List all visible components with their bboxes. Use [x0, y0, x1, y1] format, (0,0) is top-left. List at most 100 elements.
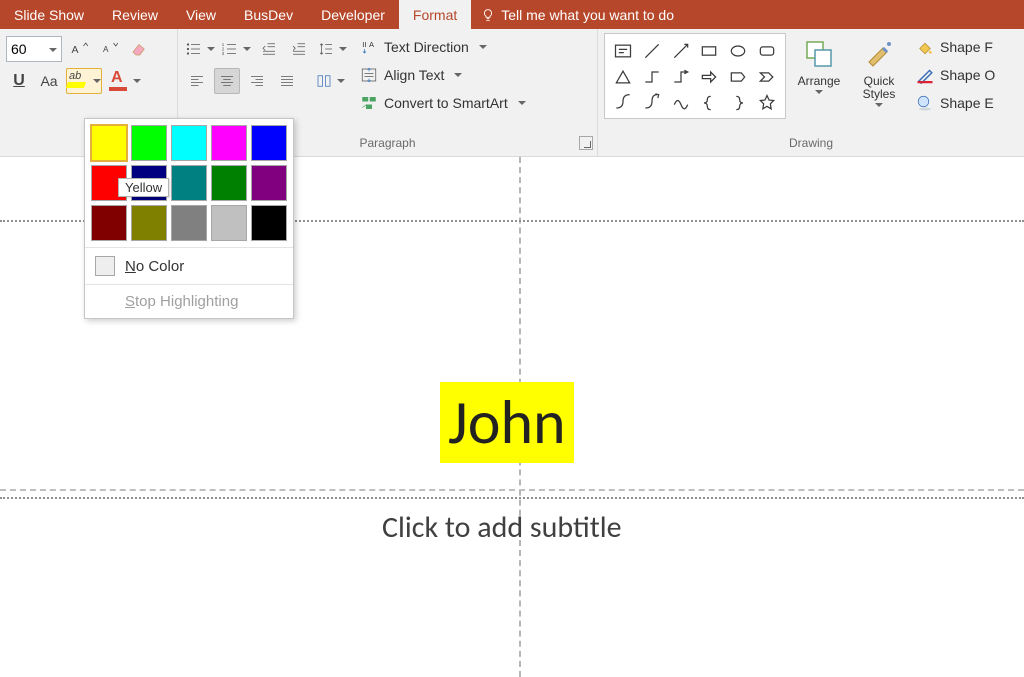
- highlight-swatch-black[interactable]: [251, 205, 287, 241]
- bullets-icon: [185, 40, 203, 58]
- shape-line-arrow[interactable]: [666, 38, 695, 64]
- shape-outline-button[interactable]: Shape O: [912, 61, 999, 89]
- shape-oval[interactable]: [724, 38, 753, 64]
- tab-format[interactable]: Format: [399, 0, 471, 29]
- shape-rounded-rectangle[interactable]: [752, 38, 781, 64]
- chevron-down-icon: [815, 90, 823, 98]
- tell-me-search[interactable]: Tell me what you want to do: [471, 0, 684, 29]
- highlight-swatch-yellow[interactable]: [91, 125, 127, 161]
- highlight-color-dropdown: No Color Stop Highlighting: [84, 118, 294, 319]
- highlight-swatch-gray-25[interactable]: [211, 205, 247, 241]
- shape-effects-icon: [916, 94, 934, 112]
- numbering-button[interactable]: 123: [220, 36, 252, 62]
- increase-font-size-button[interactable]: A: [66, 36, 92, 62]
- shape-elbow-arrow-connector[interactable]: [666, 64, 695, 90]
- highlight-swatch-pink[interactable]: [211, 125, 247, 161]
- text-highlight-color-button[interactable]: [66, 68, 102, 94]
- highlight-swatch-green[interactable]: [211, 165, 247, 201]
- decrease-font-size-button[interactable]: A: [96, 36, 122, 62]
- highlight-swatch-violet[interactable]: [251, 165, 287, 201]
- quick-styles-label: Quick Styles: [852, 75, 906, 101]
- increase-indent-button[interactable]: [286, 36, 312, 62]
- highlight-no-color[interactable]: No Color: [85, 248, 293, 284]
- shape-star[interactable]: [752, 90, 781, 116]
- shape-right-brace[interactable]: [724, 90, 753, 116]
- decrease-font-icon: A: [100, 40, 118, 58]
- shape-outline-label: Shape O: [940, 67, 995, 83]
- slide-title-text[interactable]: John: [440, 382, 574, 463]
- shape-freeform[interactable]: [666, 90, 695, 116]
- change-case-icon: Aa: [40, 73, 57, 89]
- align-left-icon: [188, 72, 206, 90]
- shape-pentagon-arrow[interactable]: [724, 64, 753, 90]
- text-direction-button[interactable]: IIA Text Direction: [356, 33, 530, 61]
- highlight-stop-highlighting: Stop Highlighting: [85, 285, 293, 318]
- shape-elbow-connector[interactable]: [638, 64, 667, 90]
- convert-to-smartart-button[interactable]: Convert to SmartArt: [356, 89, 530, 117]
- quick-styles-button[interactable]: Quick Styles: [852, 33, 906, 125]
- shape-effects-label: Shape E: [940, 95, 994, 111]
- shapes-gallery[interactable]: [604, 33, 786, 119]
- convert-to-smartart-label: Convert to SmartArt: [384, 95, 508, 111]
- indent-icon: [290, 40, 308, 58]
- highlight-swatch-dark-red[interactable]: [91, 205, 127, 241]
- subtitle-placeholder-top-border: [0, 497, 1024, 499]
- decrease-indent-button[interactable]: [256, 36, 282, 62]
- tab-slide-show[interactable]: Slide Show: [0, 0, 98, 29]
- highlight-swatch-blue[interactable]: [251, 125, 287, 161]
- shape-rectangle[interactable]: [695, 38, 724, 64]
- arrange-button[interactable]: Arrange: [792, 33, 846, 125]
- slide-subtitle-placeholder[interactable]: Click to add subtitle: [382, 509, 622, 546]
- align-right-button[interactable]: [244, 68, 270, 94]
- svg-text:A: A: [72, 44, 79, 56]
- shape-line[interactable]: [638, 38, 667, 64]
- font-size-combo[interactable]: 60: [6, 36, 62, 62]
- align-left-button[interactable]: [184, 68, 210, 94]
- shape-curved-connector[interactable]: [609, 90, 638, 116]
- shape-isoceles-triangle[interactable]: [609, 64, 638, 90]
- increase-font-icon: A: [70, 40, 88, 58]
- shape-left-brace[interactable]: [695, 90, 724, 116]
- highlight-swatch-gray-50[interactable]: [171, 205, 207, 241]
- shape-fill-button[interactable]: Shape F: [912, 33, 999, 61]
- highlight-swatch-teal[interactable]: [171, 165, 207, 201]
- svg-text:A: A: [103, 45, 109, 54]
- tab-busdev[interactable]: BusDev: [230, 0, 307, 29]
- font-color-button[interactable]: [106, 68, 142, 94]
- highlight-swatch-bright-green[interactable]: [131, 125, 167, 161]
- columns-button[interactable]: [314, 68, 346, 94]
- highlight-swatch-turquoise[interactable]: [171, 125, 207, 161]
- shape-right-arrow[interactable]: [695, 64, 724, 90]
- text-direction-label: Text Direction: [384, 39, 469, 55]
- line-spacing-button[interactable]: [316, 36, 348, 62]
- arrange-icon: [802, 37, 836, 71]
- chevron-down-icon: [875, 103, 883, 111]
- underline-icon: U: [13, 72, 25, 90]
- shape-chevron-arrow[interactable]: [752, 64, 781, 90]
- tab-review[interactable]: Review: [98, 0, 172, 29]
- font-size-value: 60: [11, 41, 27, 57]
- highlight-swatch-dark-yellow[interactable]: [131, 205, 167, 241]
- no-color-mnemonic: N: [125, 258, 136, 275]
- shape-fill-label: Shape F: [940, 39, 993, 55]
- title-placeholder-bottom-border: [0, 489, 1024, 491]
- align-center-button[interactable]: [214, 68, 240, 94]
- shape-curved-arrow-connector[interactable]: [638, 90, 667, 116]
- align-text-button[interactable]: Align Text: [356, 61, 530, 89]
- change-case-button[interactable]: Aa: [36, 68, 62, 94]
- clear-formatting-button[interactable]: [126, 36, 152, 62]
- align-text-label: Align Text: [384, 67, 444, 83]
- line-spacing-icon: [317, 40, 335, 58]
- underline-button[interactable]: U: [6, 68, 32, 94]
- bullets-button[interactable]: [184, 36, 216, 62]
- justify-button[interactable]: [274, 68, 300, 94]
- svg-text:3: 3: [222, 51, 225, 56]
- align-right-icon: [248, 72, 266, 90]
- tab-developer[interactable]: Developer: [307, 0, 399, 29]
- shape-text-box[interactable]: [609, 38, 638, 64]
- paragraph-dialog-launcher[interactable]: [579, 136, 593, 150]
- svg-text:II: II: [362, 40, 366, 49]
- shape-effects-button[interactable]: Shape E: [912, 89, 999, 117]
- justify-icon: [278, 72, 296, 90]
- tab-view[interactable]: View: [172, 0, 230, 29]
